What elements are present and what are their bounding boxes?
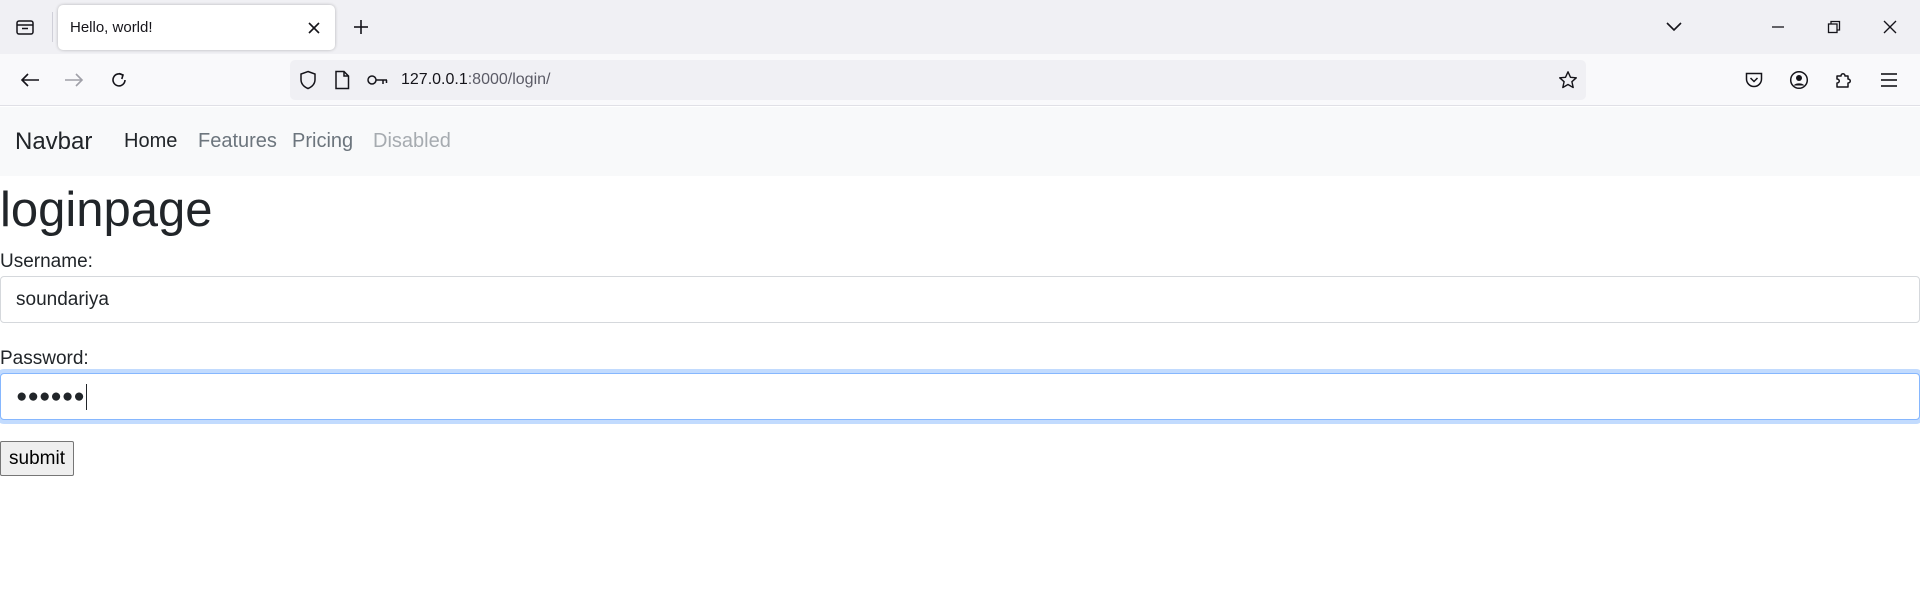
tab-close-button[interactable] [303,17,325,39]
extensions-button[interactable] [1828,64,1860,96]
text-caret [85,383,87,410]
username-input[interactable]: soundariya [0,276,1920,323]
nav-link-disabled: Disabled [373,130,451,152]
reload-icon [112,72,126,87]
close-window-button[interactable] [1875,12,1905,42]
password-label: Password: [0,348,89,369]
chevron-down-icon [1666,22,1682,32]
tab-list-icon [16,20,34,35]
site-navbar: Navbar Home Features Pricing Disabled [0,107,1920,176]
bookmark-button[interactable] [1556,68,1580,92]
plus-icon [354,20,368,34]
forward-button[interactable] [58,64,90,96]
close-icon [1883,20,1897,34]
url-bar[interactable]: 127.0.0.1:8000/login/ [290,60,1586,100]
navigation-toolbar: 127.0.0.1:8000/login/ [0,54,1920,106]
key-icon [367,75,388,85]
username-label: Username: [0,251,93,272]
arrow-right-icon [65,73,84,87]
saved-logins-button[interactable] [366,68,390,92]
page-icon [335,70,350,90]
account-icon [1789,70,1809,90]
url-path: :8000/login/ [467,71,551,88]
star-icon [1559,71,1577,89]
pocket-icon [1745,72,1763,88]
url-text[interactable]: 127.0.0.1:8000/login/ [401,60,550,100]
password-masked-value: ●●●●●● [16,386,85,407]
nav-link-home[interactable]: Home [124,107,177,176]
account-button[interactable] [1783,64,1815,96]
restore-button[interactable] [1819,12,1849,42]
shield-icon [300,70,316,90]
pocket-button[interactable] [1738,64,1770,96]
back-button[interactable] [14,64,46,96]
submit-button[interactable]: submit [0,441,74,476]
arrow-left-icon [20,73,39,87]
username-value: soundariya [16,289,109,310]
reload-button[interactable] [103,64,135,96]
tab-list-button[interactable] [10,14,40,40]
puzzle-icon [1836,73,1851,88]
tab-title: Hello, world! [70,19,153,36]
list-all-tabs-button[interactable] [1659,12,1689,42]
hamburger-menu-icon [1881,73,1897,87]
tracking-protection-button[interactable] [296,68,320,92]
minimize-button[interactable] [1763,12,1793,42]
nav-link-features[interactable]: Features [198,107,277,176]
new-tab-button[interactable] [346,12,376,42]
close-icon [308,22,320,34]
page-title: loginpage [0,183,213,237]
browser-tab-active[interactable]: Hello, world! [58,5,335,50]
password-input[interactable]: ●●●●●● [0,373,1920,420]
url-host: 127.0.0.1 [401,71,468,88]
app-menu-button[interactable] [1873,64,1905,96]
browser-tab-bar: Hello, world! [0,0,1920,54]
tab-separator [52,12,53,42]
navbar-brand[interactable]: Navbar [15,107,92,176]
site-info-button[interactable] [330,68,354,92]
minimize-icon [1772,26,1784,28]
restore-icon [1827,20,1841,34]
nav-link-pricing[interactable]: Pricing [292,107,353,176]
